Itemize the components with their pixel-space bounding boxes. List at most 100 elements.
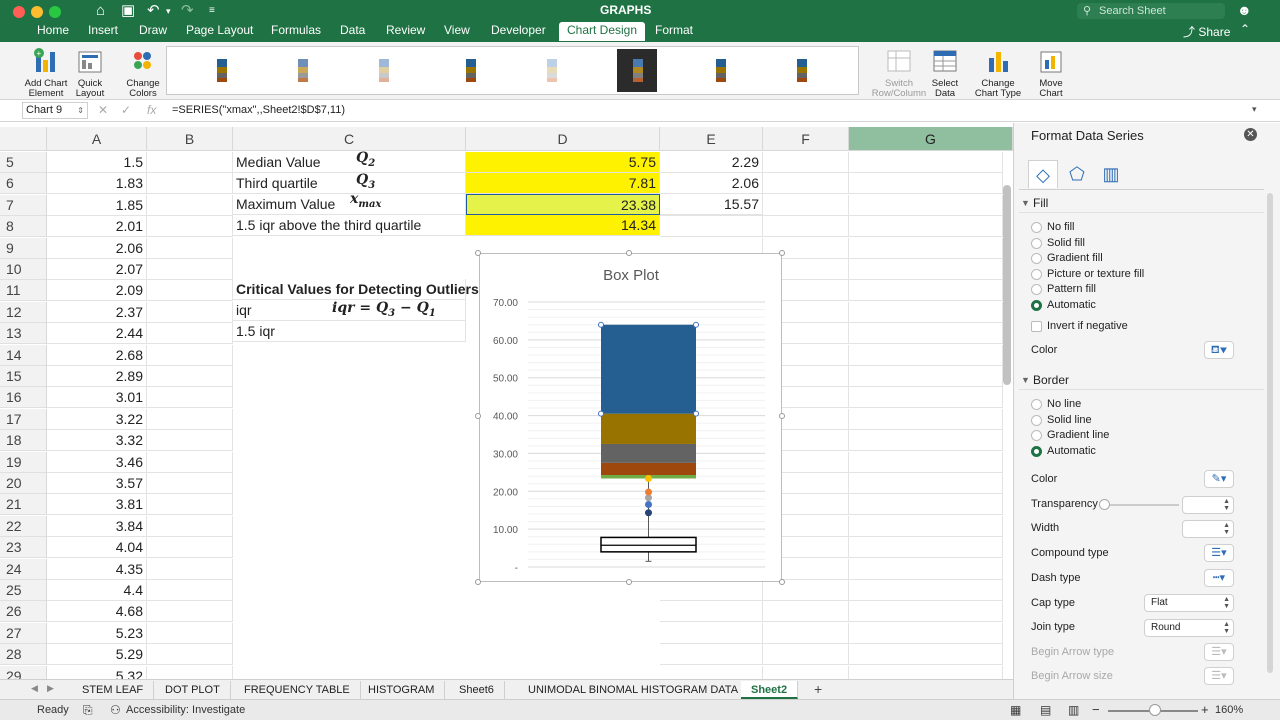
fill-color-picker-icon[interactable]: ⛾▾ — [1204, 341, 1234, 359]
cell-a[interactable]: 1.5 — [47, 152, 147, 173]
change-chart-type-button[interactable]: Change Chart Type — [974, 46, 1022, 99]
select-data-button[interactable]: Select Data — [928, 46, 962, 99]
cell-a[interactable]: 5.23 — [47, 622, 147, 644]
collapse-ribbon-icon[interactable]: ⌃ — [1240, 22, 1250, 36]
cell-b[interactable] — [147, 194, 233, 216]
tab-view[interactable]: View — [436, 22, 478, 41]
row-header[interactable]: 21 — [0, 494, 47, 516]
border-option-radio[interactable]: Automatic — [1031, 444, 1096, 459]
zoom-level[interactable]: 160% — [1215, 704, 1243, 716]
cell-b[interactable] — [147, 601, 233, 623]
cell-a[interactable]: 3.01 — [47, 387, 147, 409]
cell-a[interactable]: 4.04 — [47, 537, 147, 559]
series-options-tab-icon[interactable]: ▥ — [1096, 160, 1126, 188]
chart-resize-handle-e[interactable] — [779, 413, 785, 419]
sheet-tab-stem-leaf[interactable]: STEM LEAF — [72, 681, 155, 699]
cell-a[interactable]: 3.22 — [47, 408, 147, 430]
cell-a[interactable]: 4.4 — [47, 580, 147, 601]
pane-scrollbar[interactable] — [1267, 193, 1273, 673]
enter-icon[interactable]: ✓ — [121, 103, 131, 117]
cell-d5[interactable]: 5.75 — [466, 152, 660, 173]
row-header[interactable]: 8 — [0, 216, 47, 238]
fill-option-radio[interactable]: Gradient fill — [1031, 251, 1103, 266]
chart-resize-handle-nw[interactable] — [475, 250, 481, 256]
cell-b[interactable] — [147, 366, 233, 387]
cell-a[interactable]: 3.57 — [47, 473, 147, 494]
add-sheet-icon[interactable]: + — [814, 681, 822, 697]
chart-resize-handle-se[interactable] — [779, 579, 785, 585]
cell-g[interactable] — [849, 644, 1003, 666]
cell-g[interactable] — [849, 665, 1003, 679]
fill-option-radio[interactable]: Automatic — [1031, 298, 1096, 313]
cell-f[interactable] — [763, 644, 849, 666]
cell-g[interactable] — [849, 152, 1003, 173]
cell-c5[interactable]: Median Value — [233, 152, 466, 173]
transparency-slider[interactable] — [1104, 504, 1179, 506]
column-header-f[interactable]: F — [763, 127, 849, 151]
cell-a[interactable]: 2.09 — [47, 280, 147, 302]
invert-if-negative-checkbox[interactable]: Invert if negative — [1031, 319, 1128, 334]
accessibility-icon[interactable]: ⚇ — [110, 703, 121, 717]
cell-b[interactable] — [147, 237, 233, 259]
cell-d8[interactable]: 14.34 — [466, 215, 660, 236]
sheet-tab-dot-plot[interactable]: DOT PLOT — [155, 681, 231, 699]
tab-formulas[interactable]: Formulas — [263, 22, 329, 41]
tab-chart-design[interactable]: Chart Design — [559, 22, 646, 41]
save-icon[interactable]: ▣ — [121, 2, 135, 20]
cell-g[interactable] — [849, 494, 1003, 516]
row-header[interactable]: 25 — [0, 580, 47, 601]
undo-dropdown-icon[interactable]: ▾ — [166, 2, 171, 20]
chart-resize-handle-s[interactable] — [626, 579, 632, 585]
redo-icon[interactable]: ↷ — [181, 2, 194, 20]
cap-type-select[interactable]: Flat ▲ ▼ — [1144, 594, 1234, 612]
insert-function-icon[interactable]: fx — [147, 103, 156, 117]
tab-format[interactable]: Format — [647, 22, 701, 41]
chart-styles-gallery[interactable] — [166, 46, 859, 95]
cell-g[interactable] — [849, 430, 1003, 452]
begin-arrow-size-icon[interactable]: ☰▾ — [1204, 667, 1234, 685]
q3-equation[interactable]: Q3 — [356, 172, 375, 191]
cell-f[interactable] — [763, 173, 849, 195]
row-header[interactable]: 16 — [0, 387, 47, 409]
box-plot-chart[interactable]: Box Plot 70.00 60.00 50.00 40.00 30.00 20.00 10… — [479, 253, 782, 582]
chart-resize-handle-ne[interactable] — [779, 250, 785, 256]
cell-a[interactable]: 2.07 — [47, 259, 147, 280]
cell-a[interactable]: 5.29 — [47, 644, 147, 666]
row-header[interactable]: 9 — [0, 237, 47, 259]
cell-g[interactable] — [849, 194, 1003, 216]
tab-page-layout[interactable]: Page Layout — [178, 22, 261, 41]
cell-g[interactable] — [849, 366, 1003, 387]
undo-icon[interactable]: ↶ — [147, 2, 160, 20]
cell-g[interactable] — [849, 216, 1003, 238]
width-stepper-icon[interactable]: ▲ ▼ — [1223, 522, 1230, 536]
row-header[interactable]: 26 — [0, 601, 47, 623]
cell-a[interactable]: 3.32 — [47, 430, 147, 452]
cell-d7[interactable]: 23.38 — [466, 194, 660, 215]
page-break-view-icon[interactable]: ▥ — [1068, 703, 1079, 717]
page-layout-view-icon[interactable]: ▤ — [1040, 703, 1051, 717]
cell-b[interactable] — [147, 558, 233, 580]
effects-tab-icon[interactable]: ⬠ — [1062, 160, 1092, 188]
row-header[interactable]: 24 — [0, 558, 47, 580]
cell-b[interactable] — [147, 580, 233, 601]
fill-option-radio[interactable]: Solid fill — [1031, 236, 1085, 251]
row-header[interactable]: 11 — [0, 280, 47, 302]
cell-b[interactable] — [147, 537, 233, 559]
chart-style-8[interactable] — [781, 49, 821, 92]
cell-b[interactable] — [147, 280, 233, 302]
sheet-tab-frequency-table[interactable]: FREQUENCY TABLE — [234, 681, 361, 699]
cell-a[interactable]: 2.68 — [47, 344, 147, 366]
cancel-icon[interactable]: ✕ — [98, 103, 108, 117]
cell-e[interactable] — [660, 152, 763, 173]
cell-g[interactable] — [849, 323, 1003, 345]
cell-b[interactable] — [147, 152, 233, 173]
column-header-a[interactable]: A — [47, 127, 147, 151]
quick-layout-button[interactable]: Quick Layout — [70, 46, 110, 99]
cell-b[interactable] — [147, 323, 233, 345]
cell-b[interactable] — [147, 644, 233, 666]
width-input[interactable]: ▲ ▼ — [1182, 520, 1234, 538]
cell-a[interactable]: 2.37 — [47, 301, 147, 323]
scroll-tabs-right-icon[interactable]: ▶ — [47, 683, 54, 694]
chart-style-3[interactable] — [363, 49, 403, 92]
switch-row-column-button[interactable]: Switch Row/Column — [871, 46, 927, 99]
